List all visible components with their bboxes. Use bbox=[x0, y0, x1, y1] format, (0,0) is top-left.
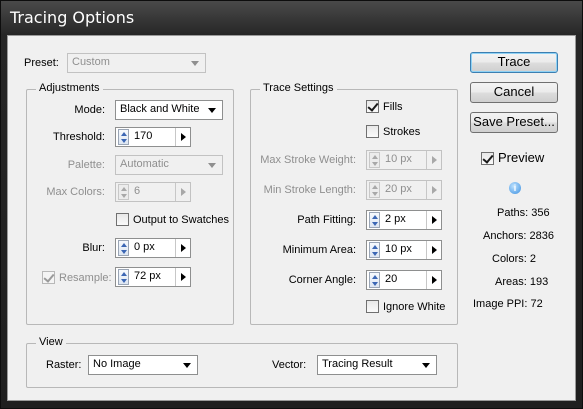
threshold-value: 170 bbox=[134, 130, 153, 142]
adjustments-title: Adjustments bbox=[36, 82, 103, 94]
up-down-arrows-icon[interactable] bbox=[369, 212, 380, 228]
checkbox-box[interactable] bbox=[42, 271, 55, 284]
colors-stat: Colors: 2 bbox=[492, 253, 537, 265]
preview-checkbox[interactable]: Preview bbox=[481, 150, 544, 165]
slider-arrow-icon[interactable] bbox=[181, 273, 186, 281]
slider-arrow-icon[interactable] bbox=[432, 246, 437, 254]
max-colors-value: 6 bbox=[134, 185, 141, 197]
checkbox-box[interactable] bbox=[481, 152, 494, 165]
up-down-arrows-icon[interactable] bbox=[369, 182, 380, 198]
corner-angle-stepper[interactable]: 20 bbox=[366, 270, 442, 290]
up-down-arrows-icon[interactable] bbox=[369, 152, 380, 168]
slider-arrow-icon[interactable] bbox=[432, 186, 437, 194]
preview-label: Preview bbox=[498, 150, 545, 165]
min-stroke-length-value: 20 px bbox=[385, 183, 412, 195]
palette-label: Palette: bbox=[67, 159, 105, 171]
vector-dropdown[interactable]: Tracing Result bbox=[317, 355, 437, 375]
paths-stat: Paths: 356 bbox=[497, 207, 550, 219]
raster-value: No Image bbox=[93, 358, 141, 370]
tracing-options-dialog: Tracing Options Preset: Custom Adjustmen… bbox=[0, 0, 583, 409]
blur-stepper[interactable]: 0 px bbox=[115, 238, 191, 258]
ignore-white-label: Ignore White bbox=[383, 301, 446, 313]
chevron-down-icon bbox=[191, 61, 199, 66]
checkbox-box[interactable] bbox=[116, 213, 129, 226]
slider-arrow-icon[interactable] bbox=[181, 133, 186, 141]
preset-label: Preset: bbox=[24, 57, 59, 69]
adjustments-group: Adjustments bbox=[26, 82, 234, 325]
fills-checkbox[interactable]: Fills bbox=[366, 100, 403, 113]
resample-stepper[interactable]: 72 px bbox=[115, 267, 191, 287]
raster-label: Raster: bbox=[46, 359, 82, 371]
path-fitting-value: 2 px bbox=[385, 213, 406, 225]
strokes-checkbox[interactable]: Strokes bbox=[366, 125, 420, 138]
path-fitting-stepper[interactable]: 2 px bbox=[366, 210, 442, 230]
trace-button[interactable]: Trace bbox=[470, 52, 558, 73]
save-preset-button[interactable]: Save Preset... bbox=[470, 112, 558, 133]
window-title: Tracing Options bbox=[10, 8, 135, 27]
mode-dropdown[interactable]: Black and White bbox=[115, 100, 223, 120]
vector-value: Tracing Result bbox=[322, 358, 393, 370]
dialog-body: Preset: Custom Adjustments Mode: Black a… bbox=[7, 35, 576, 401]
output-to-swatches-label: Output to Swatches bbox=[133, 214, 229, 226]
max-colors-label: Max Colors: bbox=[46, 186, 105, 198]
checkbox-box[interactable] bbox=[366, 125, 379, 138]
slider-arrow-icon[interactable] bbox=[181, 188, 186, 196]
ignore-white-checkbox[interactable]: Ignore White bbox=[366, 300, 445, 313]
threshold-label: Threshold: bbox=[53, 131, 105, 143]
resample-label: Resample: bbox=[59, 272, 112, 284]
up-down-arrows-icon[interactable] bbox=[118, 269, 129, 285]
slider-arrow-icon[interactable] bbox=[432, 156, 437, 164]
anchors-stat: Anchors: 2836 bbox=[483, 230, 554, 242]
vector-label: Vector: bbox=[272, 359, 307, 371]
minimum-area-stepper[interactable]: 10 px bbox=[366, 240, 442, 260]
view-title: View bbox=[36, 336, 66, 348]
chevron-down-icon bbox=[183, 363, 191, 368]
checkbox-box[interactable] bbox=[366, 100, 379, 113]
chevron-down-icon bbox=[208, 108, 216, 113]
slider-arrow-icon[interactable] bbox=[432, 216, 437, 224]
cancel-button[interactable]: Cancel bbox=[470, 82, 558, 103]
up-down-arrows-icon[interactable] bbox=[369, 242, 380, 258]
raster-dropdown[interactable]: No Image bbox=[88, 355, 198, 375]
blur-label: Blur: bbox=[82, 242, 105, 254]
max-stroke-weight-stepper[interactable]: 10 px bbox=[366, 150, 442, 170]
strokes-label: Strokes bbox=[383, 126, 421, 138]
max-stroke-weight-value: 10 px bbox=[385, 153, 412, 165]
min-stroke-length-label: Min Stroke Length: bbox=[263, 184, 356, 196]
palette-value: Automatic bbox=[120, 158, 169, 170]
title-bar[interactable]: Tracing Options bbox=[1, 1, 582, 35]
max-colors-stepper[interactable]: 6 bbox=[115, 182, 191, 202]
minimum-area-label: Minimum Area: bbox=[282, 244, 356, 256]
preset-dropdown[interactable]: Custom bbox=[67, 53, 206, 73]
mode-value: Black and White bbox=[120, 103, 200, 115]
path-fitting-label: Path Fitting: bbox=[297, 214, 356, 226]
fills-label: Fills bbox=[383, 101, 403, 113]
trace-settings-title: Trace Settings bbox=[260, 82, 337, 94]
preset-value: Custom bbox=[72, 56, 110, 68]
palette-dropdown[interactable]: Automatic bbox=[115, 155, 223, 175]
resample-checkbox[interactable]: Resample: bbox=[42, 271, 112, 284]
min-stroke-length-stepper[interactable]: 20 px bbox=[366, 180, 442, 200]
checkbox-box[interactable] bbox=[366, 300, 379, 313]
chevron-down-icon bbox=[208, 163, 216, 168]
up-down-arrows-icon[interactable] bbox=[118, 129, 129, 145]
max-stroke-weight-label: Max Stroke Weight: bbox=[260, 154, 356, 166]
up-down-arrows-icon[interactable] bbox=[369, 272, 380, 288]
image-ppi-stat: Image PPI: 72 bbox=[473, 298, 543, 310]
corner-angle-label: Corner Angle: bbox=[288, 274, 356, 286]
up-down-arrows-icon[interactable] bbox=[118, 240, 129, 256]
minimum-area-value: 10 px bbox=[385, 243, 412, 255]
chevron-down-icon bbox=[422, 363, 430, 368]
mode-label: Mode: bbox=[74, 104, 105, 116]
threshold-stepper[interactable]: 170 bbox=[115, 127, 191, 147]
areas-stat: Areas: 193 bbox=[495, 276, 549, 288]
corner-angle-value: 20 bbox=[385, 273, 398, 285]
output-to-swatches-checkbox[interactable]: Output to Swatches bbox=[116, 213, 229, 226]
info-icon: i bbox=[509, 182, 521, 194]
slider-arrow-icon[interactable] bbox=[181, 244, 186, 252]
slider-arrow-icon[interactable] bbox=[432, 276, 437, 284]
up-down-arrows-icon[interactable] bbox=[118, 184, 129, 200]
blur-value: 0 px bbox=[134, 241, 155, 253]
resample-value: 72 px bbox=[134, 270, 161, 282]
